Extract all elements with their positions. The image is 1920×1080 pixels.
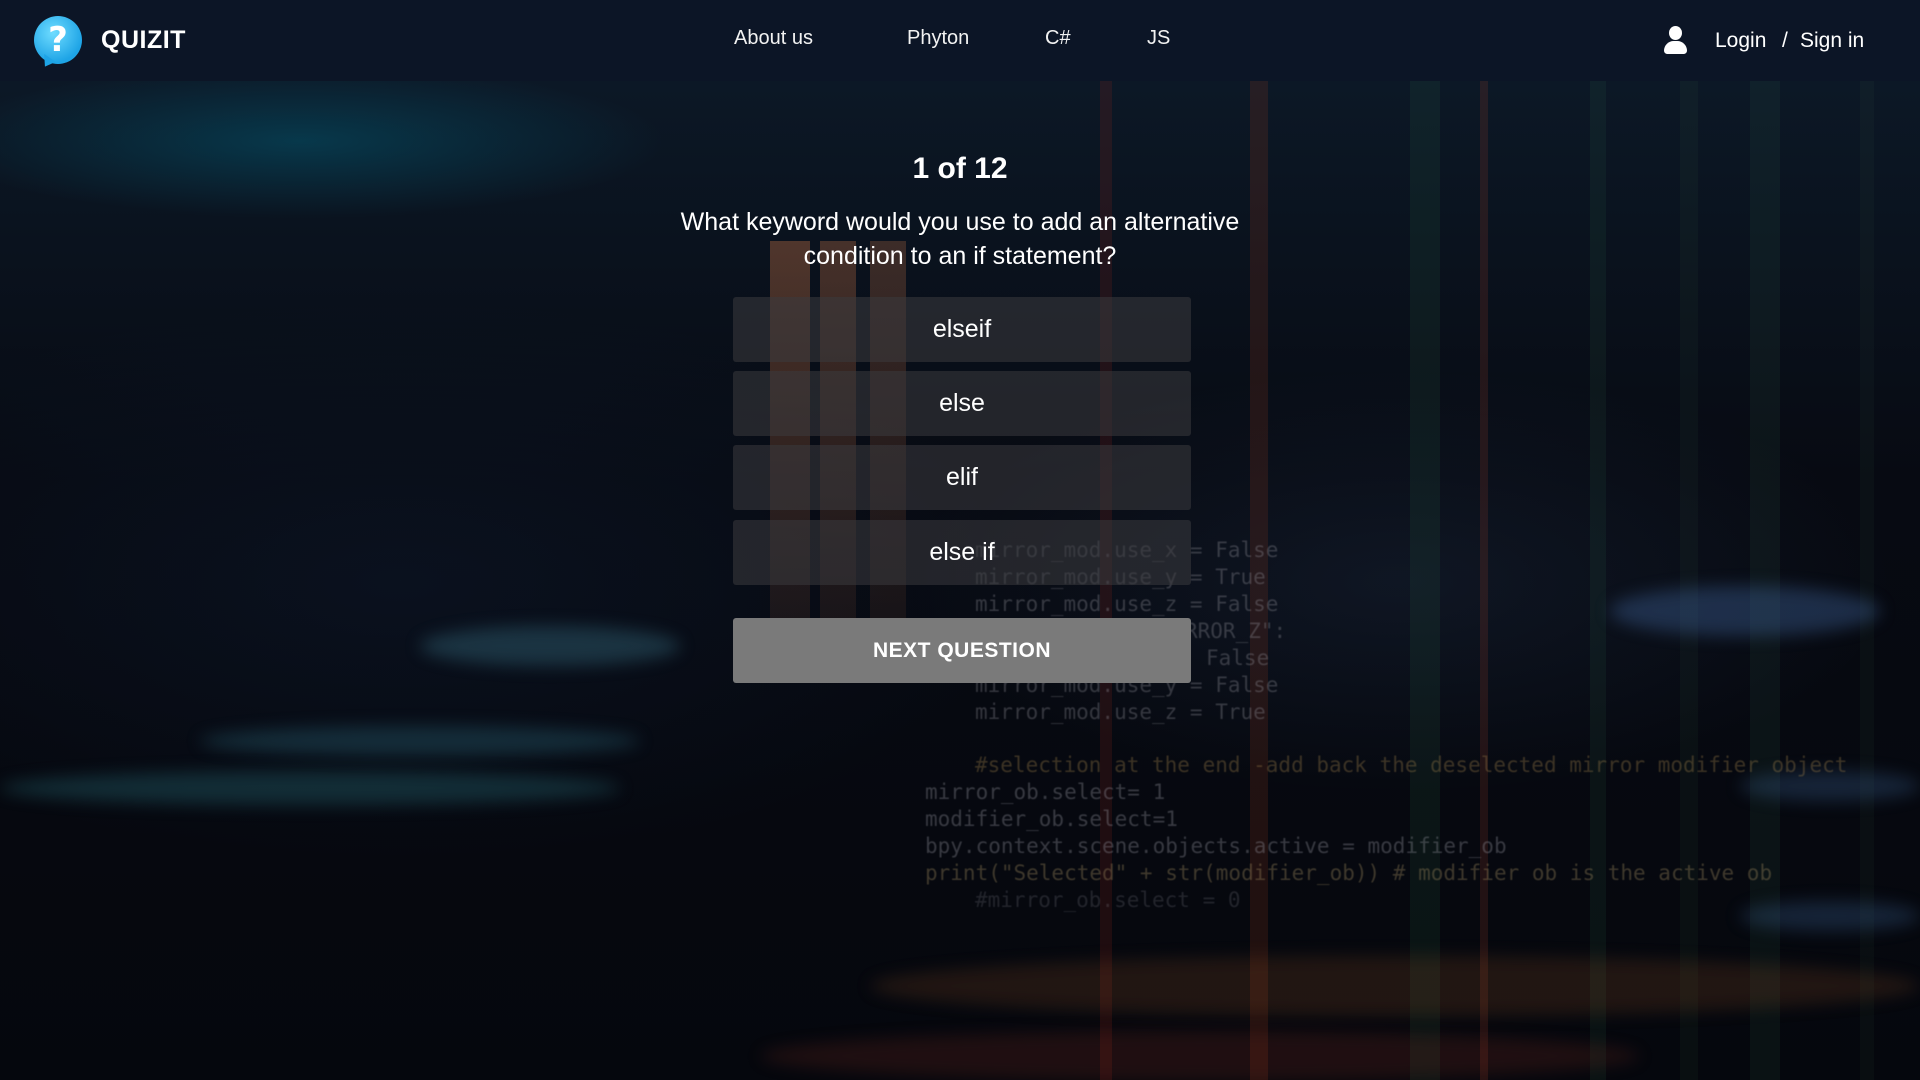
nav-csharp[interactable]: C# <box>1045 27 1071 50</box>
nav-python[interactable]: Phyton <box>907 27 969 50</box>
code-line: print("Selected" + str(modifier_ob)) # m… <box>925 861 1773 885</box>
answer-option[interactable]: else if <box>733 520 1191 585</box>
question-counter: 1 of 12 <box>912 152 1008 185</box>
top-navbar: ? QUIZIT About us Phyton C# JS Login / S… <box>0 0 1920 81</box>
brand-name[interactable]: QUIZIT <box>101 26 186 55</box>
login-link[interactable]: Login <box>1715 29 1766 53</box>
nav-js[interactable]: JS <box>1147 27 1170 50</box>
code-line: mirror_ob.select= 1 <box>925 780 1166 804</box>
code-line: mirror_mod.use_z = False <box>975 592 1279 616</box>
code-line: bpy.context.scene.objects.active = modif… <box>925 834 1507 858</box>
next-question-button[interactable]: NEXT QUESTION <box>733 618 1191 683</box>
code-line: #mirror_ob.select = 0 <box>975 888 1241 912</box>
code-line: mirror_mod.use_z = True <box>975 700 1266 724</box>
code-line: #selection at the end -add back the dese… <box>975 753 1848 777</box>
answer-option[interactable]: elif <box>733 445 1191 510</box>
quiz-page: mirror_mod.use_x = False mirror_mod.use_… <box>0 0 1920 1080</box>
code-line: modifier_ob.select=1 <box>925 807 1178 831</box>
code-line: False <box>1206 646 1270 670</box>
user-icon[interactable] <box>1662 26 1688 56</box>
question-logo-icon[interactable]: ? <box>34 16 82 64</box>
code-line: RROR_Z": <box>1185 619 1287 643</box>
answer-option[interactable]: elseif <box>733 297 1191 362</box>
answer-option[interactable]: else <box>733 371 1191 436</box>
question-text: What keyword would you use to add an alt… <box>680 208 1240 270</box>
nav-about-us[interactable]: About us <box>734 27 813 50</box>
auth-separator: / <box>1782 29 1788 52</box>
signin-link[interactable]: Sign in <box>1800 29 1864 53</box>
